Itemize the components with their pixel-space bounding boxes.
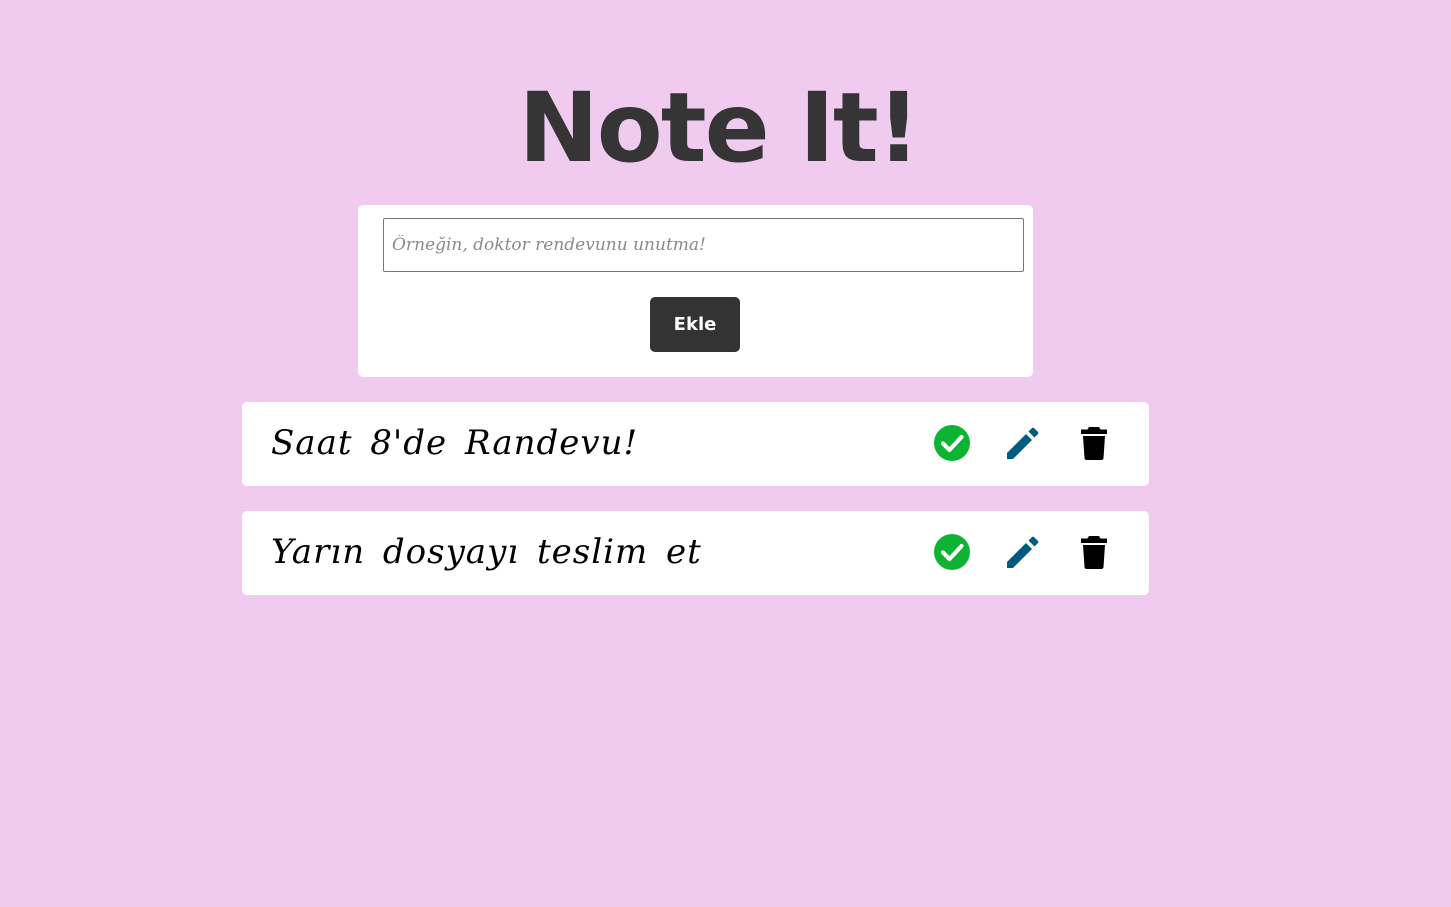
- pencil-icon[interactable]: [1001, 421, 1045, 465]
- note-input[interactable]: [383, 218, 1024, 272]
- note-form: Ekle: [358, 205, 1033, 377]
- note-item: Saat 8'de Randevu!: [242, 402, 1149, 486]
- trash-icon[interactable]: [1072, 421, 1116, 465]
- note-item: Yarın dosyayı teslim et: [242, 511, 1149, 595]
- pencil-icon[interactable]: [1001, 530, 1045, 574]
- note-text: Saat 8'de Randevu!: [271, 423, 639, 463]
- note-list: Saat 8'de Randevu! Yarın dosyayı teslim …: [242, 402, 1149, 620]
- check-circle-icon[interactable]: [930, 530, 974, 574]
- trash-icon[interactable]: [1072, 530, 1116, 574]
- app-title: Note It!: [518, 72, 920, 184]
- note-text: Yarın dosyayı teslim et: [271, 532, 702, 572]
- check-circle-icon[interactable]: [930, 421, 974, 465]
- add-button[interactable]: Ekle: [650, 297, 740, 352]
